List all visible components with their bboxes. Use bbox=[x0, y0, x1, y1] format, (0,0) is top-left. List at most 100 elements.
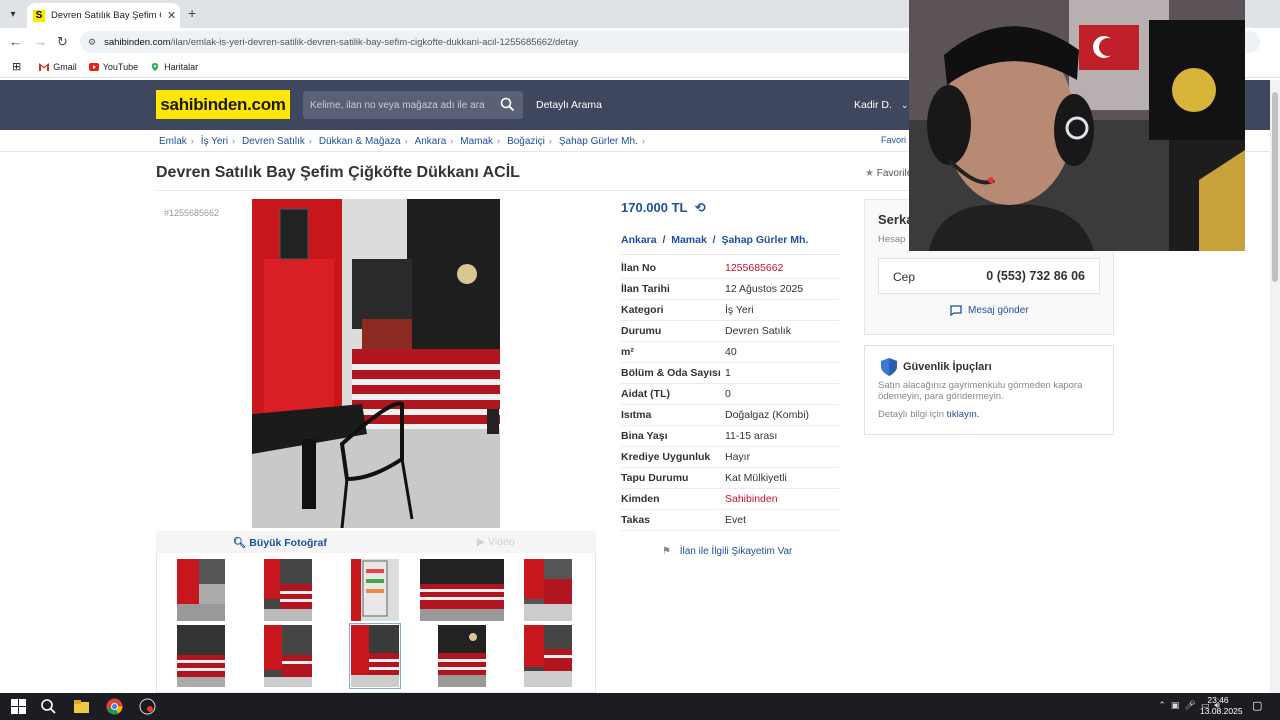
security-tips-panel: Güvenlik İpuçları Satın alacağınız gayri… bbox=[864, 345, 1114, 435]
search-box[interactable] bbox=[303, 91, 523, 119]
thumbnail-selected[interactable] bbox=[349, 623, 401, 689]
security-more: Detaylı bilgi için tıklayın. bbox=[878, 409, 980, 420]
flag-icon: ⚑ bbox=[662, 546, 671, 557]
back-icon[interactable]: ← bbox=[9, 34, 22, 49]
windows-start-icon[interactable] bbox=[10, 698, 27, 715]
location-district[interactable]: Mamak bbox=[671, 234, 707, 246]
thumbnail[interactable] bbox=[264, 559, 312, 621]
thumbnail-grid bbox=[156, 553, 596, 693]
detail-row: Tapu Durumu Kat Mülkiyetli bbox=[621, 468, 839, 489]
detail-row: İlan Tarihi 12 Ağustos 2025 bbox=[621, 279, 839, 300]
tab-title: Devren Satılık Bay Şefim Çiğköfte bbox=[51, 10, 161, 21]
user-name: Kadir D. bbox=[854, 99, 892, 111]
thumbnail[interactable] bbox=[524, 559, 572, 621]
thumbnail[interactable] bbox=[351, 559, 399, 621]
thumbnail[interactable] bbox=[177, 559, 225, 621]
youtube-icon bbox=[88, 62, 99, 71]
webcam-overlay bbox=[909, 0, 1245, 251]
location-city[interactable]: Ankara bbox=[621, 234, 657, 246]
chevron-right-icon: › bbox=[308, 136, 312, 146]
breadcrumb: Emlak › İş Yeri › Devren Satılık › Dükkan &… bbox=[159, 131, 652, 151]
chevron-right-icon: › bbox=[497, 136, 501, 146]
webcam-feed-image bbox=[909, 0, 1245, 251]
detail-row: Takas Evet bbox=[621, 510, 839, 531]
breadcrumb-item[interactable]: Emlak bbox=[159, 136, 187, 147]
chevron-right-icon: › bbox=[548, 136, 552, 146]
detail-row: Aidat (TL) 0 bbox=[621, 384, 839, 405]
search-icon[interactable] bbox=[500, 97, 515, 112]
location-neighborhood[interactable]: Şahap Gürler Mh. bbox=[721, 234, 808, 246]
site-info-icon[interactable]: ⚙ bbox=[88, 37, 96, 48]
thumbnail[interactable] bbox=[438, 625, 486, 687]
phone-label: Cep bbox=[893, 270, 916, 284]
browser-tab[interactable]: S Devren Satılık Bay Şefim Çiğköfte ✕ bbox=[27, 3, 180, 28]
message-icon bbox=[950, 305, 962, 316]
thumbnail[interactable] bbox=[420, 559, 504, 621]
close-tab-icon[interactable]: ✕ bbox=[167, 9, 176, 22]
phone-number[interactable]: 0 (553) 732 86 06 bbox=[986, 269, 1085, 283]
maps-icon bbox=[151, 62, 159, 71]
search-icon[interactable] bbox=[40, 698, 57, 715]
clock[interactable]: 23:46 13.08.2025 bbox=[1200, 695, 1243, 717]
chevron-down-icon: ⌄ bbox=[900, 100, 909, 110]
file-explorer-icon[interactable] bbox=[73, 698, 90, 715]
tab-search-icon[interactable]: ▾ bbox=[4, 5, 22, 23]
favorite-button[interactable]: ★ Favorile bbox=[865, 168, 912, 179]
breadcrumb-item[interactable]: Devren Satılık bbox=[242, 136, 305, 147]
bookmark-gmail[interactable]: Gmail bbox=[39, 62, 77, 72]
breadcrumb-item[interactable]: Dükkan & Mağaza bbox=[319, 136, 401, 147]
security-tips-text: Satın alacağınız gayrimenkulu görmeden k… bbox=[878, 380, 1083, 402]
star-icon: ★ bbox=[865, 168, 874, 179]
chevron-right-icon: › bbox=[404, 136, 408, 146]
bookmark-maps[interactable]: Haritalar bbox=[150, 62, 198, 72]
main-photo[interactable] bbox=[252, 199, 500, 528]
thumbnail[interactable] bbox=[264, 625, 312, 687]
thumbnail[interactable] bbox=[524, 625, 572, 687]
magnifier-icon: 🔍︎ bbox=[233, 537, 247, 549]
breadcrumb-item[interactable]: Şahap Gürler Mh. bbox=[559, 136, 638, 147]
favorite-searches-link[interactable]: Favori İ bbox=[881, 135, 911, 145]
breadcrumb-item[interactable]: Boğaziçi bbox=[507, 136, 545, 147]
detail-row: Krediye Uygunluk Hayır bbox=[621, 447, 839, 468]
detail-row: İlan No 1255685662 bbox=[621, 258, 839, 279]
seller-account-info: Hesap bbox=[878, 234, 906, 245]
scrollbar-thumb[interactable] bbox=[1272, 92, 1278, 282]
divider bbox=[621, 254, 839, 255]
bookmark-youtube[interactable]: YouTube bbox=[88, 62, 138, 72]
send-message-button[interactable]: Mesaj gönder bbox=[950, 305, 1029, 316]
clock-time: 23:46 bbox=[1207, 695, 1229, 705]
search-input[interactable] bbox=[310, 99, 490, 111]
new-tab-icon[interactable]: + bbox=[188, 5, 196, 21]
notifications-icon[interactable]: ▢ bbox=[1252, 699, 1262, 712]
forward-icon[interactable]: → bbox=[34, 34, 47, 49]
chevron-right-icon: › bbox=[232, 136, 236, 146]
chevron-right-icon: › bbox=[450, 136, 454, 146]
video-button[interactable]: ▶ Video bbox=[477, 536, 515, 548]
shield-icon bbox=[881, 358, 897, 376]
detail-row: Kategori İş Yeri bbox=[621, 300, 839, 321]
chevron-right-icon: › bbox=[190, 136, 194, 146]
page-title: Devren Satılık Bay Şefim Çiğköfte Dükkan… bbox=[156, 164, 520, 181]
page-scrollbar[interactable] bbox=[1270, 80, 1280, 693]
user-menu[interactable]: Kadir D. ⌄ bbox=[854, 99, 908, 111]
apps-grid-icon[interactable]: ⊞ bbox=[12, 60, 21, 73]
breadcrumb-item[interactable]: İş Yeri bbox=[201, 136, 228, 147]
big-photo-button[interactable]: 🔍︎ Büyük Fotoğraf bbox=[233, 536, 327, 549]
shop-interior-image bbox=[252, 199, 500, 528]
reload-icon[interactable]: ↻ bbox=[57, 34, 68, 50]
thumbnail[interactable] bbox=[177, 625, 225, 687]
advanced-search-link[interactable]: Detaylı Arama bbox=[536, 99, 602, 111]
price-history-icon[interactable]: ⟲ bbox=[695, 200, 706, 215]
detail-row: Bölüm & Oda Sayısı 1 bbox=[621, 363, 839, 384]
security-more-link[interactable]: tıklayın. bbox=[947, 409, 980, 420]
site-logo[interactable]: sahibinden.com bbox=[156, 90, 290, 119]
breadcrumb-item[interactable]: Ankara bbox=[415, 136, 447, 147]
location-breadcrumb: Ankara / Mamak / Şahap Gürler Mh. bbox=[621, 234, 809, 246]
breadcrumb-item[interactable]: Mamak bbox=[460, 136, 493, 147]
play-icon: ▶ bbox=[477, 536, 486, 548]
recording-app-icon[interactable] bbox=[139, 698, 156, 715]
chrome-icon[interactable] bbox=[106, 698, 123, 715]
price: 170.000 TL ⟲ bbox=[621, 200, 706, 215]
report-listing-link[interactable]: ⚑ İlan ile İlgili Şikayetim Var bbox=[662, 546, 792, 557]
url-host: sahibinden.com bbox=[104, 36, 171, 48]
